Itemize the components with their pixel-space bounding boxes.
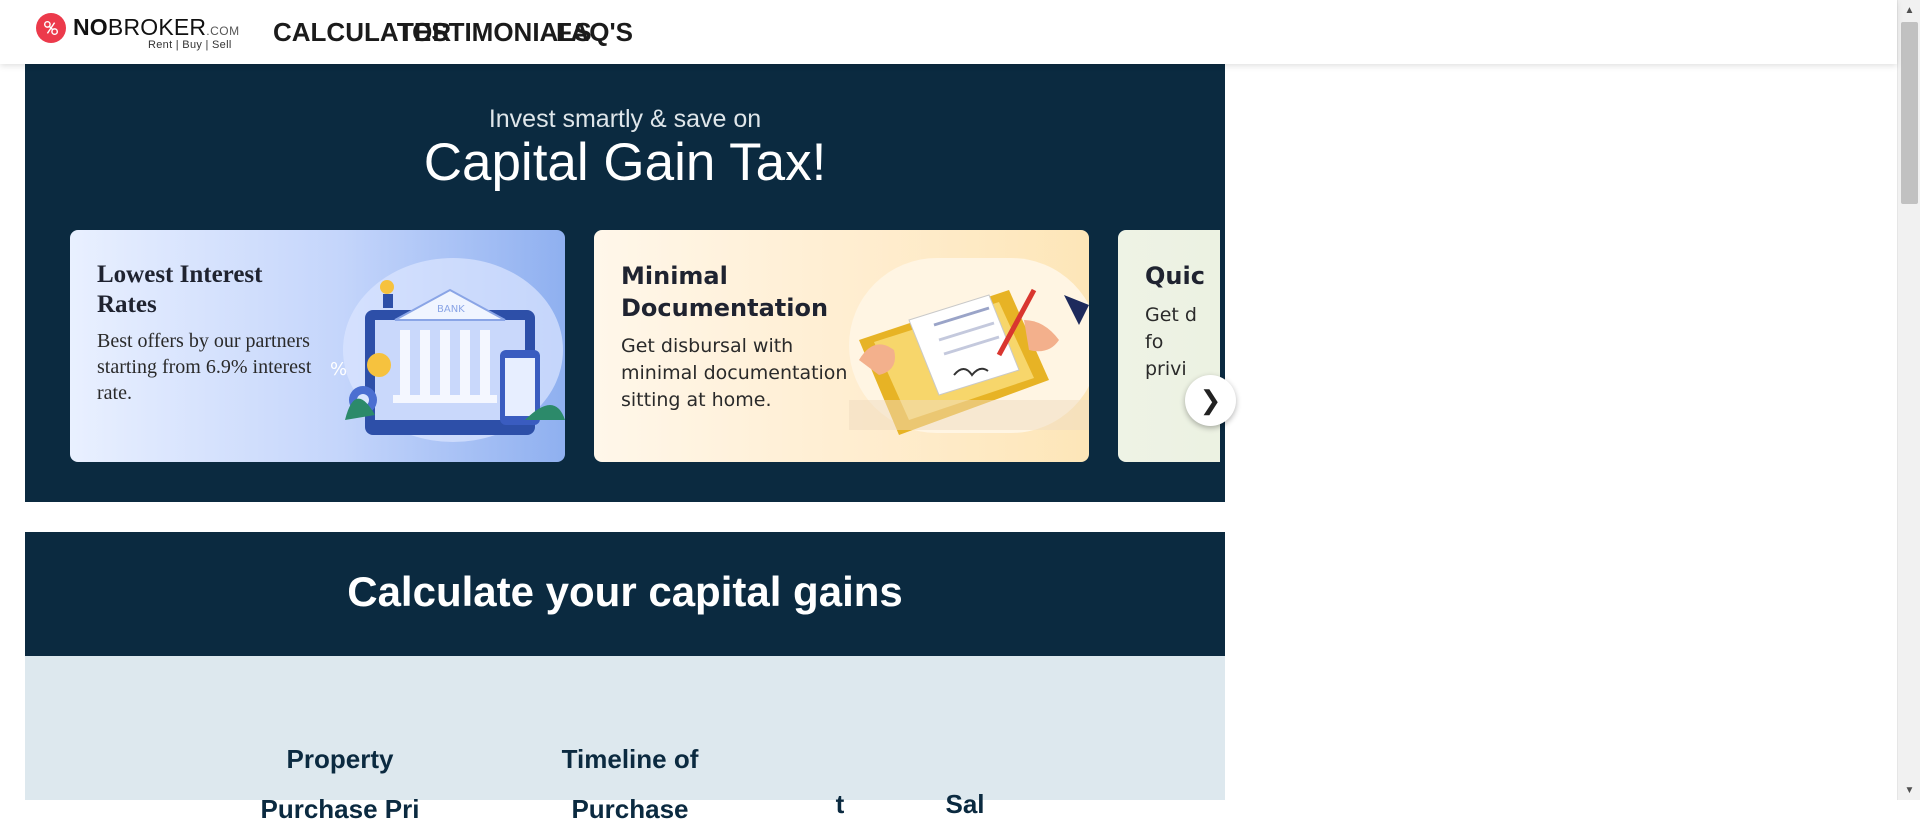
logo-mark-icon <box>43 20 59 36</box>
logo-tagline: Rent | Buy | Sell <box>148 39 232 51</box>
logo-broker: BROKER <box>107 14 207 40</box>
col-label-sale: Sal <box>945 789 985 819</box>
nobroker-logo[interactable]: NOBROKER.COM Rent | Buy | Sell <box>36 12 239 54</box>
calculator-body: Property Purchase Pri Timeline of Purcha… <box>25 656 1225 824</box>
logo-wordmark: NOBROKER.COM <box>73 14 240 41</box>
col-label-purchase-price: Property Purchase Pri <box>260 744 420 824</box>
col-label-partial: t <box>835 789 845 819</box>
benefits-carousel: Lowest Interest Rates Best offers by our… <box>70 230 1220 462</box>
page-scrollbar[interactable]: ▲ ▼ <box>1897 0 1920 800</box>
hero-section: Invest smartly & save on Capital Gain Ta… <box>25 64 1236 502</box>
card-title: Quic <box>1145 262 1205 290</box>
logo-com: .COM <box>206 24 240 38</box>
card-description: Best offers by our partners starting fro… <box>97 330 312 404</box>
card-description: Get disbursal with minimal documentation… <box>621 335 848 411</box>
hero-subtitle: Invest smartly & save on <box>488 105 762 133</box>
svg-text:%: % <box>330 359 347 380</box>
bank-building-illustration: BANK % <box>330 258 565 442</box>
scroll-up-icon[interactable]: ▲ <box>1898 0 1920 20</box>
document-signing-laptop-illustration <box>849 258 1089 435</box>
logo-icon <box>36 13 66 43</box>
card-description: Get d fo privi <box>1145 304 1197 380</box>
benefit-card-quick[interactable]: Quic Get d fo privi <box>1118 230 1220 462</box>
site-header: NOBROKER.COM Rent | Buy | Sell CALCULATO… <box>0 0 1897 64</box>
card-title: Minimal Documentation <box>621 262 829 322</box>
svg-text:BANK: BANK <box>437 304 465 315</box>
nav-faqs[interactable]: FAQ'S <box>556 17 633 48</box>
carousel-next-button[interactable]: ❯ <box>1185 375 1236 426</box>
benefit-card-documentation[interactable]: Minimal Documentation Get disbursal with… <box>594 230 1089 462</box>
benefit-card-interest[interactable]: Lowest Interest Rates Best offers by our… <box>70 230 565 462</box>
calculator-header: Calculate your capital gains <box>25 532 1225 656</box>
logo-no: NO <box>73 14 108 40</box>
chevron-right-icon: ❯ <box>1199 385 1222 415</box>
scroll-down-icon[interactable]: ▼ <box>1898 780 1920 800</box>
col-label-timeline: Timeline of Purchase <box>561 744 699 824</box>
hero-title: Capital Gain Tax! <box>423 133 827 192</box>
card-title: Lowest Interest Rates <box>97 261 263 318</box>
scrollbar-thumb[interactable] <box>1901 22 1918 204</box>
calculator-title: Calculate your capital gains <box>347 568 903 615</box>
